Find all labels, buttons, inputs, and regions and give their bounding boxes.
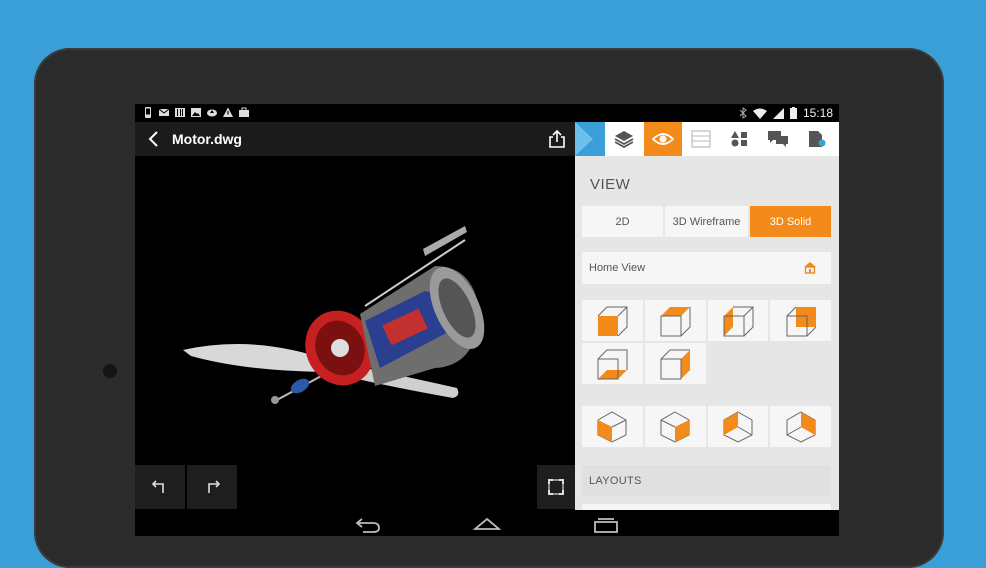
cube-left-icon [723, 306, 754, 336]
cube-front-icon [598, 306, 628, 336]
view-panel: VIEW 2D 3D Wireframe 3D Solid Home View [575, 122, 839, 510]
motor-3d-model [183, 226, 485, 404]
nav-back-icon[interactable] [355, 517, 381, 533]
back-arrow-icon[interactable] [143, 128, 165, 150]
shapes-icon [730, 131, 747, 147]
cube-right-icon [660, 349, 691, 379]
clock: 15:18 [802, 106, 833, 120]
fullscreen-button[interactable] [537, 465, 575, 509]
iso-cube-icon [723, 410, 753, 443]
signal-icon [772, 107, 784, 119]
redo-button[interactable] [187, 465, 237, 509]
status-bar: 15:18 [135, 104, 839, 122]
barcode-icon [175, 108, 185, 117]
share-icon[interactable] [547, 129, 567, 149]
view-cube-right[interactable] [644, 343, 706, 384]
view-mode-2d[interactable]: 2D [582, 206, 663, 237]
view-iso-back-left[interactable] [707, 406, 769, 447]
panel-tabs [575, 122, 839, 156]
view-heading: VIEW [590, 176, 631, 193]
cube-top-icon [660, 306, 691, 336]
app-bar: Motor.dwg [135, 122, 575, 156]
view-iso-back-right[interactable] [770, 406, 831, 447]
layouts-section: LAYOUTS [582, 465, 831, 496]
view-cube-back[interactable] [770, 300, 831, 341]
home-view-label: Home View [589, 262, 646, 274]
undo-redo-bar [135, 465, 239, 510]
cube-back-icon [786, 306, 816, 336]
tab-view[interactable] [643, 122, 682, 156]
view-cube-bottom[interactable] [582, 343, 643, 384]
view-mode-3d-wireframe[interactable]: 3D Wireframe [665, 206, 748, 237]
iso-cube-icon [786, 410, 816, 443]
nav-home-icon[interactable] [473, 517, 501, 531]
view-mode-3d-solid[interactable]: 3D Solid [750, 206, 831, 237]
view-mode-selector: 2D 3D Wireframe 3D Solid [582, 206, 831, 237]
tab-layers[interactable] [605, 122, 644, 156]
view-cube-left[interactable] [707, 300, 769, 341]
bluetooth-icon [739, 107, 747, 119]
undo-button[interactable] [135, 465, 185, 509]
layouts-heading: LAYOUTS [589, 475, 642, 487]
collapse-panel-button[interactable] [575, 122, 605, 156]
nav-recents-icon[interactable] [593, 517, 619, 533]
bag-icon [239, 107, 249, 117]
system-nav-bar [135, 510, 839, 536]
view-cube-top[interactable] [644, 300, 706, 341]
tab-shapes[interactable] [721, 122, 760, 156]
properties-icon [691, 130, 711, 148]
iso-cube-icon [660, 410, 690, 443]
eye-icon [651, 133, 674, 145]
screen: 15:18 Motor.dwg VIEW 2D 3D Wireframe 3D … [135, 104, 839, 536]
cube-bottom-icon [597, 349, 628, 379]
face-views-grid [582, 300, 831, 384]
tab-comments[interactable] [759, 122, 798, 156]
phone-icon [145, 107, 151, 118]
comments-icon [768, 131, 789, 147]
fullscreen-icon [548, 479, 564, 495]
view-iso-front-left[interactable] [582, 406, 643, 447]
layers-icon [614, 131, 634, 148]
cloud-upload-icon [207, 109, 217, 117]
iso-views-grid [582, 406, 831, 447]
tab-file-settings[interactable] [798, 122, 837, 156]
image-icon [191, 108, 201, 117]
file-settings-icon [808, 131, 826, 147]
mail-icon [159, 108, 169, 116]
iso-cube-icon [597, 410, 627, 443]
camera [103, 364, 117, 378]
home-icon [804, 262, 816, 274]
wifi-icon [752, 108, 767, 119]
undo-icon [151, 480, 164, 493]
document-title: Motor.dwg [172, 131, 242, 147]
tab-properties[interactable] [682, 122, 721, 156]
drawing-viewport[interactable] [135, 156, 575, 510]
home-view-button[interactable]: Home View [582, 252, 831, 284]
warning-icon [223, 107, 233, 117]
redo-icon [208, 480, 221, 493]
chevron-right-icon [575, 122, 593, 156]
battery-icon [789, 107, 797, 119]
view-iso-front-right[interactable] [644, 406, 706, 447]
view-cube-front[interactable] [582, 300, 643, 341]
